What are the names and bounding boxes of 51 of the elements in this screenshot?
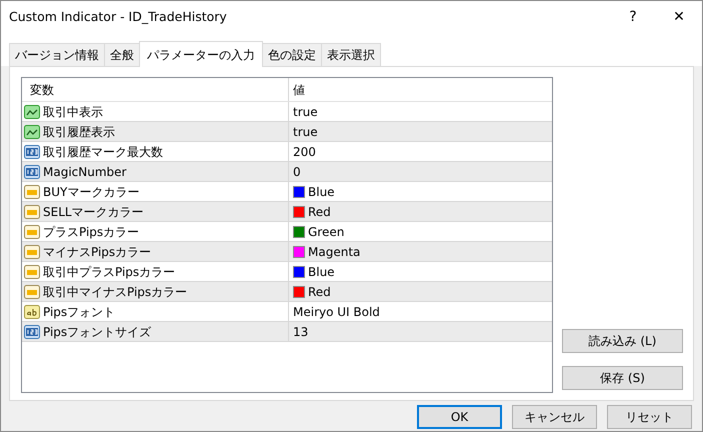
parameter-name: プラスPipsカラー xyxy=(43,224,140,240)
dialog-button[interactable]: キャンセル xyxy=(512,405,597,429)
parameter-value[interactable]: Red xyxy=(308,282,331,300)
parameter-name: 取引履歴マーク最大数 xyxy=(43,144,163,160)
parameter-name: SELLマークカラー xyxy=(43,204,144,220)
parameter-value[interactable]: Blue xyxy=(308,262,335,280)
parameter-value[interactable]: Red xyxy=(308,202,331,220)
palette-icon xyxy=(24,224,40,238)
tab[interactable]: 色の設定 xyxy=(262,43,322,66)
palette-icon xyxy=(24,184,40,198)
palette-icon xyxy=(24,244,40,258)
palette-icon xyxy=(24,264,40,278)
number-icon xyxy=(24,144,40,158)
column-header: 値 xyxy=(293,82,305,98)
save-button[interactable]: 保存 (S) xyxy=(562,366,683,390)
tab[interactable]: バージョン情報 xyxy=(9,43,105,66)
parameter-name: 取引中プラスPipsカラー xyxy=(43,264,176,280)
window-title: Custom Indicator - ID_TradeHistory xyxy=(9,8,228,26)
parameter-value[interactable]: 13 xyxy=(293,322,308,340)
dialog-button[interactable]: リセット xyxy=(607,405,692,429)
parameter-value[interactable]: 0 xyxy=(293,162,301,180)
dialog-button[interactable]: OK xyxy=(417,405,502,429)
parameter-name: MagicNumber xyxy=(43,164,126,180)
parameter-name: Pipsフォント xyxy=(43,304,116,320)
text-icon xyxy=(24,304,40,318)
parameter-value[interactable]: true xyxy=(293,122,318,140)
load-button[interactable]: 読み込み (L) xyxy=(562,329,683,353)
tab[interactable]: 表示選択 xyxy=(321,43,381,66)
palette-icon xyxy=(24,284,40,298)
parameter-value[interactable]: true xyxy=(293,102,318,120)
tab[interactable]: 全般 xyxy=(104,43,140,66)
column-header: 変数 xyxy=(30,82,54,98)
parameter-name: 取引履歴表示 xyxy=(43,124,115,140)
parameter-name: BUYマークカラー xyxy=(43,184,140,200)
parameter-value[interactable]: Blue xyxy=(308,182,335,200)
tab[interactable]: パラメーターの入力 xyxy=(139,41,263,67)
parameter-value[interactable]: Meiryo UI Bold xyxy=(293,302,380,320)
help-button[interactable]: ? xyxy=(610,6,656,28)
chart-icon xyxy=(24,124,40,138)
number-icon xyxy=(24,164,40,178)
parameter-name: マイナスPipsカラー xyxy=(43,244,152,260)
number-icon xyxy=(24,324,40,338)
parameter-name: 取引中表示 xyxy=(43,104,103,120)
parameter-value[interactable]: 200 xyxy=(293,142,316,160)
chart-icon xyxy=(24,104,40,118)
parameter-name: Pipsフォントサイズ xyxy=(43,324,152,340)
parameter-value[interactable]: Green xyxy=(308,222,344,240)
parameter-name: 取引中マイナスPipsカラー xyxy=(43,284,188,300)
close-button[interactable]: ✕ xyxy=(656,6,702,28)
parameter-value[interactable]: Magenta xyxy=(308,242,360,260)
palette-icon xyxy=(24,204,40,218)
